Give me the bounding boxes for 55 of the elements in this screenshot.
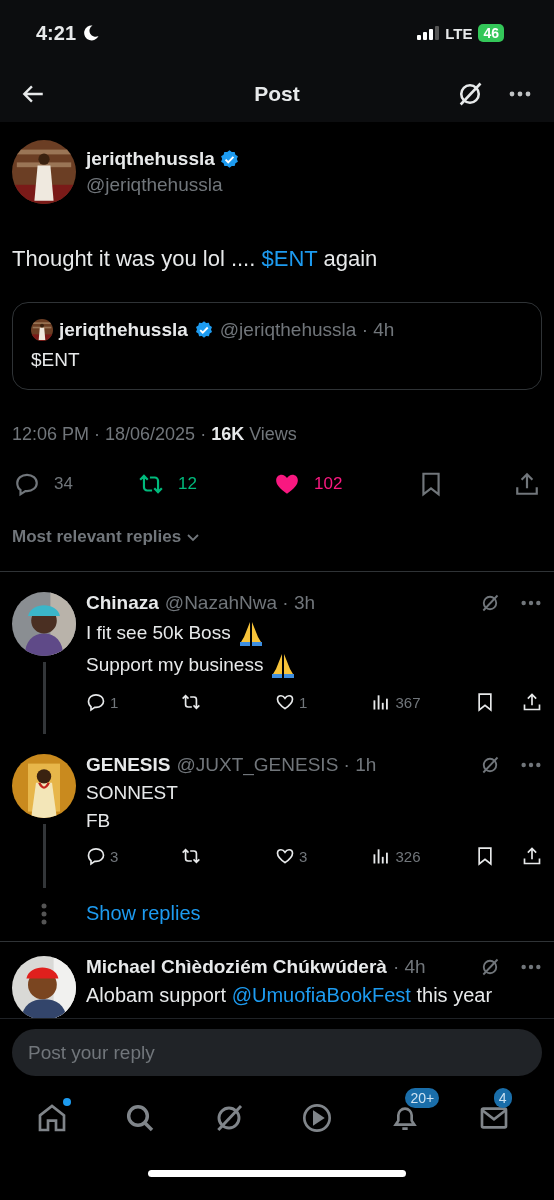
reply-text: Alobam support @UmuofiaBookFest this year	[86, 984, 494, 1007]
reply-icon[interactable]	[86, 846, 106, 866]
quoted-post[interactable]: jeriqthehussla @jeriqthehussla · 4h $ENT	[12, 302, 542, 390]
reply-text: Support my business	[86, 654, 264, 676]
reply-author-name[interactable]: Chinaza	[86, 592, 159, 614]
page-title: Post	[254, 82, 300, 105]
reply-button[interactable]: 1	[86, 692, 181, 712]
repost-icon[interactable]	[180, 692, 201, 712]
like-button[interactable]: 3	[275, 846, 372, 866]
quote-author-name: jeriqthehussla	[59, 319, 188, 341]
repost-icon[interactable]	[180, 846, 201, 866]
count-badge: 4	[493, 1088, 512, 1108]
share-button[interactable]	[522, 692, 542, 712]
reply-field[interactable]: Post your reply	[12, 1029, 542, 1076]
heart-icon[interactable]	[275, 846, 295, 866]
reply-author-name[interactable]: GENESIS	[86, 754, 171, 776]
text-link[interactable]: $ENT	[261, 246, 318, 271]
moon-icon	[82, 24, 101, 42]
views-button[interactable]: 367	[371, 692, 459, 712]
post-meta: 12:06 PM · 18/06/2025 · 16K Views	[11, 423, 298, 445]
bookmark-button[interactable]	[475, 692, 495, 712]
reply-meta: · 4h	[392, 956, 427, 978]
network-label: LTE	[445, 24, 473, 42]
quote-text: $ENT	[31, 349, 81, 371]
bell-tab[interactable]: 20+	[389, 1088, 452, 1134]
battery-level: 46	[478, 24, 504, 42]
sort-label[interactable]: Most relevant replies	[12, 527, 182, 547]
reply-icon[interactable]	[86, 692, 106, 712]
show-replies-link[interactable]: Show replies	[86, 902, 201, 925]
reply-text: SONNEST	[86, 782, 178, 804]
reply-meta: @NazahNwa · 3h	[164, 592, 317, 614]
signal-icon	[417, 26, 440, 40]
repost-button[interactable]: 12	[138, 471, 274, 497]
heart-icon[interactable]	[275, 692, 295, 712]
like-button[interactable]: 102	[274, 471, 400, 497]
quote-meta: @jeriqthehussla · 4h	[219, 319, 395, 341]
mail-tab[interactable]: 4	[477, 1088, 540, 1134]
reply-button[interactable]: 3	[86, 846, 181, 866]
post-text: Thought it was you lol .... $ENT again	[11, 245, 379, 272]
author-handle[interactable]: @jeriqthehussla	[86, 174, 240, 196]
reply-button[interactable]: 34	[14, 471, 138, 497]
author-name[interactable]: jeriqthehussla	[86, 148, 215, 170]
status-time: 4:21	[36, 21, 77, 45]
reply-text: I fit see 50k Boss	[86, 622, 231, 644]
reply-text: FB	[86, 810, 111, 832]
share-button[interactable]	[522, 846, 542, 866]
reply-author-name[interactable]: Michael Chìèdoziém Chúkwúderà	[86, 956, 387, 978]
bookmark-button[interactable]	[475, 846, 495, 866]
play-icon	[301, 1102, 334, 1134]
views-button[interactable]: 326	[371, 846, 459, 866]
count-badge: 20+	[405, 1088, 440, 1108]
text-link[interactable]: @UmuofiaBookFest	[231, 984, 411, 1006]
like-button[interactable]: 1	[275, 692, 372, 712]
vertical-dots-icon	[41, 902, 47, 925]
reply-meta: @JUXT_GENESIS · 1h	[176, 754, 378, 776]
